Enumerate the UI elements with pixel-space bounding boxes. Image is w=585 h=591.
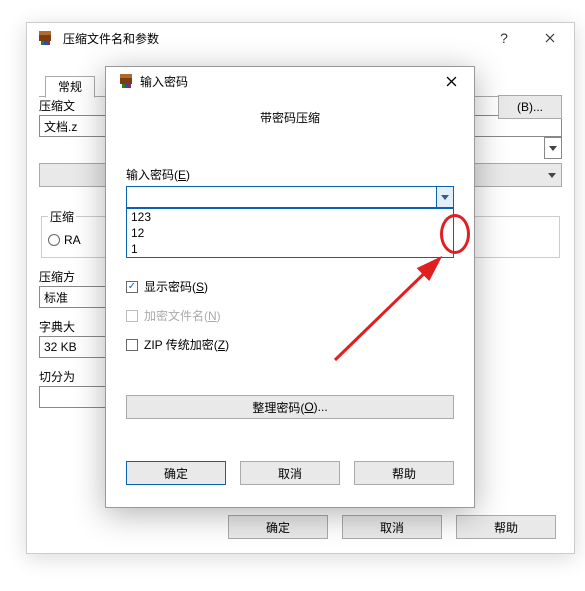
checkbox-icon bbox=[126, 281, 138, 293]
encrypt-filenames-checkbox: 加密文件名(N) bbox=[126, 307, 454, 324]
password-option[interactable]: 123 bbox=[127, 209, 453, 225]
password-dialog: 输入密码 带密码压缩 输入密码(E) 123 12 1 显示密码(S) bbox=[105, 66, 475, 508]
app-icon-front bbox=[118, 73, 134, 89]
encrypt-filenames-label: 加密文件名(N) bbox=[144, 307, 221, 324]
front-titlebar: 输入密码 bbox=[106, 67, 474, 95]
password-dropdown-list[interactable]: 123 12 1 bbox=[126, 208, 454, 258]
dict-combo[interactable]: 32 KB bbox=[39, 336, 111, 358]
back-title: 压缩文件名和参数 bbox=[63, 30, 478, 47]
zip-legacy-checkbox[interactable]: ZIP 传统加密(Z) bbox=[126, 336, 454, 353]
manage-passwords-button[interactable]: 整理密码(O)... bbox=[126, 395, 454, 419]
front-cancel-button[interactable]: 取消 bbox=[240, 461, 340, 485]
close-icon[interactable] bbox=[530, 25, 570, 51]
help-button[interactable]: ? bbox=[484, 25, 524, 51]
back-ok-button[interactable]: 确定 bbox=[228, 515, 328, 539]
app-icon bbox=[37, 30, 53, 46]
filename-value: 文档.z bbox=[44, 118, 77, 135]
front-close-button[interactable] bbox=[434, 68, 468, 94]
password-option[interactable]: 1 bbox=[127, 241, 453, 257]
method-label: 压缩方 bbox=[39, 270, 75, 284]
tab-general[interactable]: 常规 bbox=[45, 76, 95, 98]
filename-dropdown-arrow[interactable] bbox=[544, 137, 562, 159]
format-label: 压缩 bbox=[48, 208, 76, 225]
password-dropdown-button[interactable] bbox=[436, 186, 454, 208]
dict-label: 字典大 bbox=[39, 320, 75, 334]
method-combo[interactable]: 标准 bbox=[39, 286, 111, 308]
chevron-down-icon bbox=[543, 164, 561, 186]
show-password-checkbox[interactable]: 显示密码(S) bbox=[126, 278, 454, 295]
checkbox-icon bbox=[126, 339, 138, 351]
zip-legacy-label: ZIP 传统加密(Z) bbox=[144, 336, 229, 353]
password-input[interactable] bbox=[126, 186, 454, 208]
back-titlebar: 压缩文件名和参数 ? bbox=[27, 23, 574, 53]
section-title: 带密码压缩 bbox=[106, 109, 474, 126]
split-label: 切分为 bbox=[39, 370, 75, 384]
front-help-button[interactable]: 帮助 bbox=[354, 461, 454, 485]
front-title: 输入密码 bbox=[140, 73, 434, 90]
format-radio-label: RA bbox=[64, 233, 81, 247]
checkbox-icon bbox=[126, 310, 138, 322]
password-option[interactable]: 12 bbox=[127, 225, 453, 241]
back-cancel-button[interactable]: 取消 bbox=[342, 515, 442, 539]
front-ok-button[interactable]: 确定 bbox=[126, 461, 226, 485]
method-value: 标准 bbox=[44, 289, 68, 306]
password-label: 输入密码(E) bbox=[126, 166, 454, 183]
back-help-button[interactable]: 帮助 bbox=[456, 515, 556, 539]
filename-label: 压缩文 bbox=[39, 99, 75, 113]
browse-button[interactable]: (B)... bbox=[498, 95, 562, 119]
dict-value: 32 KB bbox=[44, 340, 77, 354]
format-radio-rar[interactable]: RA bbox=[48, 233, 81, 247]
show-password-label: 显示密码(S) bbox=[144, 278, 208, 295]
